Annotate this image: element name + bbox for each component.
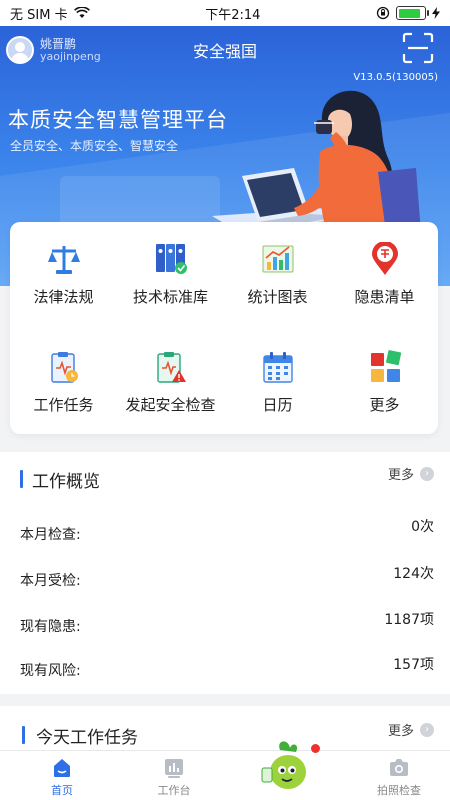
work-overview-section: 工作概览 更多 › 本月检查: 0次 本月受检: 124次 现有隐患: 1187… <box>0 452 450 694</box>
stat-value-month-inspections: 0次 <box>411 519 434 535</box>
menu-item-label: 工作任务 <box>33 396 94 414</box>
banner-title: 本质安全智慧管理平台 <box>8 108 228 132</box>
tab-home[interactable]: 首页 <box>6 751 118 800</box>
bottom-tab-bar: 首页 工作台 拍照检查 <box>0 750 450 800</box>
more-label: 更多 <box>387 468 414 483</box>
inspection-alert-icon <box>156 352 186 383</box>
camera-icon <box>390 759 408 776</box>
carrier-label: 无 SIM 卡 <box>10 7 68 23</box>
chevron-right-icon: › <box>420 722 434 737</box>
menu-item-start-inspection[interactable]: 发起安全检查 <box>117 330 224 430</box>
calendar-icon <box>262 352 293 383</box>
today-tasks-section: 今天工作任务 更多 › <box>0 706 450 750</box>
scale-icon <box>47 246 80 274</box>
feature-menu: 法律法规 技术标准库 统计图表 隐患清单 工作任务 发起安全检查 日历 更多 <box>10 222 438 434</box>
menu-item-tech-standards[interactable]: 技术标准库 <box>117 222 224 322</box>
overview-more-link[interactable]: 更多 › <box>388 464 434 483</box>
tab-label: 拍照检查 <box>377 784 421 797</box>
chevron-right-icon: › <box>420 466 434 481</box>
more-label: 更多 <box>387 724 414 739</box>
tab-workbench[interactable]: 工作台 <box>118 751 230 800</box>
rotation-lock-icon <box>376 6 390 20</box>
banner-subtitle: 全员安全、本质安全、智慧安全 <box>10 139 179 153</box>
tab-label: 首页 <box>51 784 73 797</box>
section-accent-bar <box>22 726 25 744</box>
hazard-pin-icon <box>371 242 398 275</box>
stat-value-month-inspected: 124次 <box>393 566 434 582</box>
tab-label: 工作台 <box>157 784 191 797</box>
menu-item-calendar[interactable]: 日历 <box>224 330 331 430</box>
section-title: 工作概览 <box>32 472 100 492</box>
menu-item-more[interactable]: 更多 <box>331 330 438 430</box>
menu-item-label: 发起安全检查 <box>125 396 216 414</box>
stat-label-month-inspected: 本月受检: <box>20 573 81 589</box>
menu-item-label: 更多 <box>369 396 400 414</box>
notification-dot <box>311 744 320 753</box>
bar-chart-icon <box>262 245 293 273</box>
stat-label-risks: 现有风险: <box>20 663 81 679</box>
menu-item-work-tasks[interactable]: 工作任务 <box>10 330 117 430</box>
section-accent-bar <box>20 470 23 488</box>
wifi-icon <box>73 7 90 18</box>
scan-icon[interactable] <box>402 32 434 64</box>
section-title: 今天工作任务 <box>36 728 138 748</box>
workbench-chart-icon <box>165 759 183 778</box>
battery-fill <box>398 8 420 18</box>
tasks-more-link[interactable]: 更多 › <box>388 720 434 739</box>
battery-icon <box>396 6 429 20</box>
stat-value-hazards: 1187项 <box>384 612 434 628</box>
menu-item-laws[interactable]: 法律法规 <box>10 222 117 322</box>
charging-icon <box>432 7 440 19</box>
menu-item-hazard-list[interactable]: 隐患清单 <box>331 222 438 322</box>
stat-value-risks: 157项 <box>393 657 434 673</box>
menu-item-label: 隐患清单 <box>354 288 415 306</box>
binders-icon <box>155 244 187 274</box>
menu-item-label: 统计图表 <box>247 288 308 306</box>
task-clipboard-icon <box>50 352 78 383</box>
page-title: 安全强国 <box>192 42 257 61</box>
menu-item-label: 法律法规 <box>33 288 94 306</box>
stat-label-month-inspections: 本月检查: <box>20 527 81 543</box>
more-blocks-icon <box>370 350 401 382</box>
status-bar: 无 SIM 卡 下午2:14 <box>0 0 450 26</box>
mascot-assistant-button[interactable] <box>258 738 314 794</box>
status-time: 下午2:14 <box>205 7 261 23</box>
tab-photo-check[interactable]: 拍照检查 <box>343 751 450 800</box>
home-icon <box>54 759 70 777</box>
menu-item-label: 日历 <box>262 396 293 414</box>
menu-item-label: 技术标准库 <box>132 288 208 306</box>
stat-label-hazards: 现有隐患: <box>20 619 81 635</box>
menu-item-statistics[interactable]: 统计图表 <box>224 222 331 322</box>
